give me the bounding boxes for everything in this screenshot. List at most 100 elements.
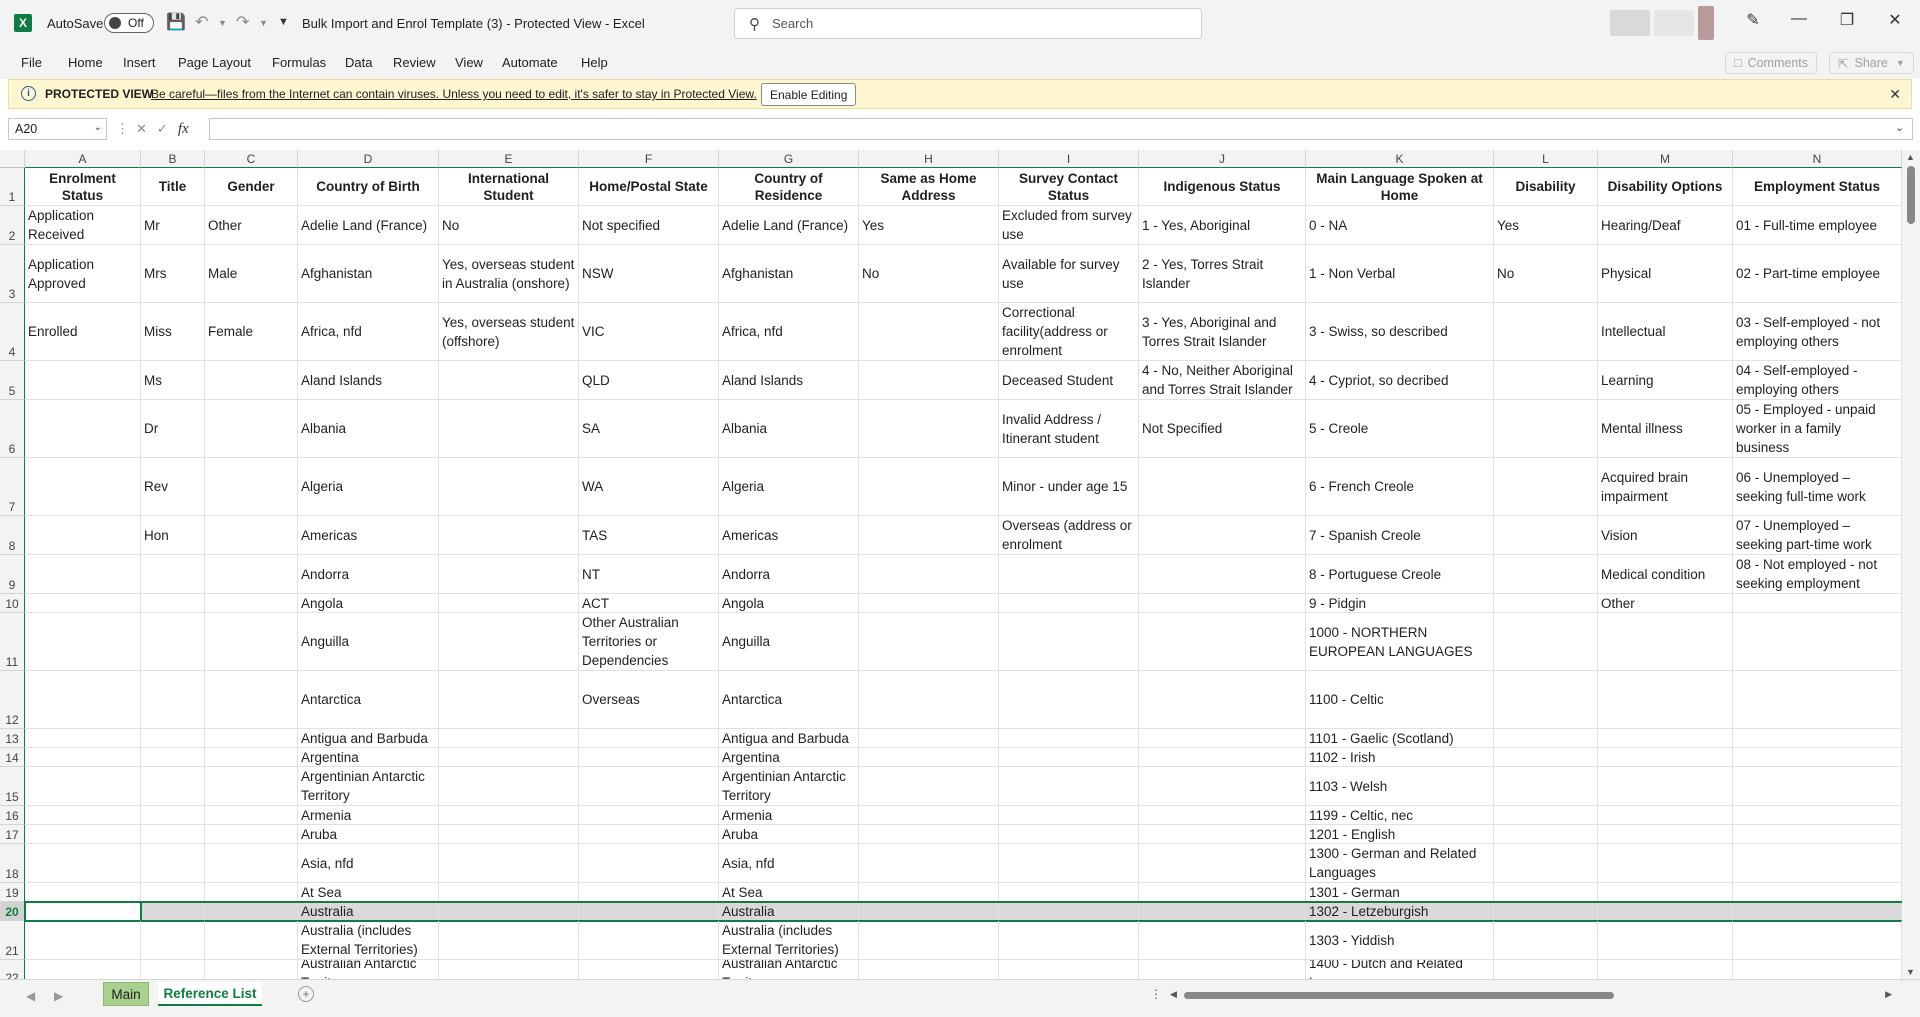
table-cell[interactable]: Correctional facility(address or enrolme… xyxy=(999,303,1139,361)
table-cell[interactable]: Antarctica xyxy=(298,671,439,729)
table-cell[interactable] xyxy=(439,883,579,902)
table-cell[interactable] xyxy=(859,594,999,613)
table-cell[interactable] xyxy=(205,613,298,671)
expand-formula-icon[interactable]: ⌄ xyxy=(1895,121,1904,134)
table-cell[interactable]: Adelie Land (France) xyxy=(298,206,439,245)
table-cell[interactable] xyxy=(1494,458,1598,516)
table-cell[interactable]: VIC xyxy=(579,303,719,361)
table-cell[interactable]: Andorra xyxy=(298,555,439,594)
table-cell[interactable] xyxy=(1733,960,1902,979)
table-cell[interactable] xyxy=(1139,844,1306,883)
more-icon[interactable]: ⋮ xyxy=(1150,987,1162,1001)
table-cell[interactable] xyxy=(141,844,205,883)
table-cell[interactable]: NT xyxy=(579,555,719,594)
table-cell[interactable]: Not specified xyxy=(579,206,719,245)
column-header-e[interactable]: E xyxy=(439,150,579,168)
table-cell[interactable] xyxy=(205,883,298,902)
table-cell[interactable]: Angola xyxy=(719,594,859,613)
table-cell[interactable]: Armenia xyxy=(719,806,859,825)
table-cell[interactable]: 1 - Yes, Aboriginal xyxy=(1139,206,1306,245)
table-cell[interactable]: Mr xyxy=(141,206,205,245)
table-cell[interactable] xyxy=(859,767,999,806)
table-cell[interactable] xyxy=(1598,960,1733,979)
menu-view[interactable]: View xyxy=(455,55,483,70)
table-cell[interactable] xyxy=(1598,729,1733,748)
table-cell[interactable]: Vision xyxy=(1598,516,1733,555)
table-cell[interactable] xyxy=(999,825,1139,844)
table-cell[interactable] xyxy=(1494,806,1598,825)
table-cell[interactable] xyxy=(439,748,579,767)
header-cell[interactable]: Title xyxy=(141,168,205,206)
table-cell[interactable]: 08 - Not employed - not seeking employme… xyxy=(1733,555,1902,594)
scroll-up-icon[interactable]: ▲ xyxy=(1906,152,1915,162)
table-cell[interactable] xyxy=(141,921,205,960)
comments-button[interactable]: □ Comments xyxy=(1725,52,1817,74)
column-header-i[interactable]: I xyxy=(999,150,1139,168)
table-cell[interactable] xyxy=(859,671,999,729)
table-cell[interactable] xyxy=(999,806,1139,825)
table-cell[interactable] xyxy=(859,303,999,361)
table-cell[interactable]: Female xyxy=(205,303,298,361)
table-cell[interactable] xyxy=(25,400,141,458)
table-cell[interactable] xyxy=(141,748,205,767)
select-all-corner[interactable] xyxy=(0,150,25,168)
table-cell[interactable]: Australian Antarctic Territory xyxy=(298,960,439,979)
table-cell[interactable] xyxy=(141,960,205,979)
table-cell[interactable] xyxy=(579,883,719,902)
table-cell[interactable]: Male xyxy=(205,245,298,303)
table-cell[interactable]: Learning xyxy=(1598,361,1733,400)
table-cell[interactable]: 3 - Yes, Aboriginal and Torres Strait Is… xyxy=(1139,303,1306,361)
row-header[interactable]: 2 xyxy=(0,206,25,245)
table-cell[interactable] xyxy=(1733,806,1902,825)
table-cell[interactable]: 2 - Yes, Torres Strait Islander xyxy=(1139,245,1306,303)
table-cell[interactable] xyxy=(25,767,141,806)
table-cell[interactable]: 1301 - German xyxy=(1306,883,1494,902)
pen-icon[interactable]: ✎ xyxy=(1738,10,1768,30)
table-cell[interactable] xyxy=(579,825,719,844)
table-cell[interactable] xyxy=(1494,748,1598,767)
table-cell[interactable]: Mental illness xyxy=(1598,400,1733,458)
row-header[interactable]: 13 xyxy=(0,729,25,748)
cancel-icon[interactable]: ✕ xyxy=(136,121,147,137)
table-cell[interactable] xyxy=(1494,303,1598,361)
table-cell[interactable]: 3 - Swiss, so described xyxy=(1306,303,1494,361)
table-cell[interactable] xyxy=(1494,613,1598,671)
table-cell[interactable]: 1201 - English xyxy=(1306,825,1494,844)
table-cell[interactable]: 1300 - German and Related Languages xyxy=(1306,844,1494,883)
table-cell[interactable] xyxy=(859,825,999,844)
table-cell[interactable]: 5 - Creole xyxy=(1306,400,1494,458)
table-cell[interactable]: Invalid Address / Itinerant student xyxy=(999,400,1139,458)
table-cell[interactable]: Overseas xyxy=(579,671,719,729)
save-icon[interactable]: 💾 xyxy=(166,12,186,32)
table-cell[interactable]: 1 - Non Verbal xyxy=(1306,245,1494,303)
menu-home[interactable]: Home xyxy=(68,55,103,70)
table-cell[interactable]: 8 - Portuguese Creole xyxy=(1306,555,1494,594)
table-cell[interactable]: Aland Islands xyxy=(719,361,859,400)
table-cell[interactable] xyxy=(25,748,141,767)
insert-function-icon[interactable]: fx xyxy=(178,121,189,138)
table-cell[interactable]: 7 - Spanish Creole xyxy=(1306,516,1494,555)
row-header[interactable]: 7 xyxy=(0,458,25,516)
table-cell[interactable] xyxy=(999,748,1139,767)
table-cell[interactable] xyxy=(999,902,1139,921)
table-cell[interactable]: Armenia xyxy=(298,806,439,825)
table-cell[interactable] xyxy=(1494,767,1598,806)
table-cell[interactable]: Rev xyxy=(141,458,205,516)
table-cell[interactable] xyxy=(579,921,719,960)
table-cell[interactable] xyxy=(579,902,719,921)
table-cell[interactable] xyxy=(1139,458,1306,516)
table-cell[interactable] xyxy=(1598,844,1733,883)
table-cell[interactable] xyxy=(999,960,1139,979)
table-cell[interactable]: Anguilla xyxy=(719,613,859,671)
table-cell[interactable]: Hon xyxy=(141,516,205,555)
header-cell[interactable]: Gender xyxy=(205,168,298,206)
table-cell[interactable]: 05 - Employed - unpaid worker in a famil… xyxy=(1733,400,1902,458)
table-cell[interactable]: Yes xyxy=(1494,206,1598,245)
table-cell[interactable] xyxy=(859,458,999,516)
table-cell[interactable]: Overseas (address or enrolment xyxy=(999,516,1139,555)
table-cell[interactable] xyxy=(25,361,141,400)
customize-toolbar-icon[interactable]: ▼ xyxy=(278,16,289,28)
header-cell[interactable]: Indigenous Status xyxy=(1139,168,1306,206)
table-cell[interactable] xyxy=(25,806,141,825)
table-cell[interactable] xyxy=(25,729,141,748)
